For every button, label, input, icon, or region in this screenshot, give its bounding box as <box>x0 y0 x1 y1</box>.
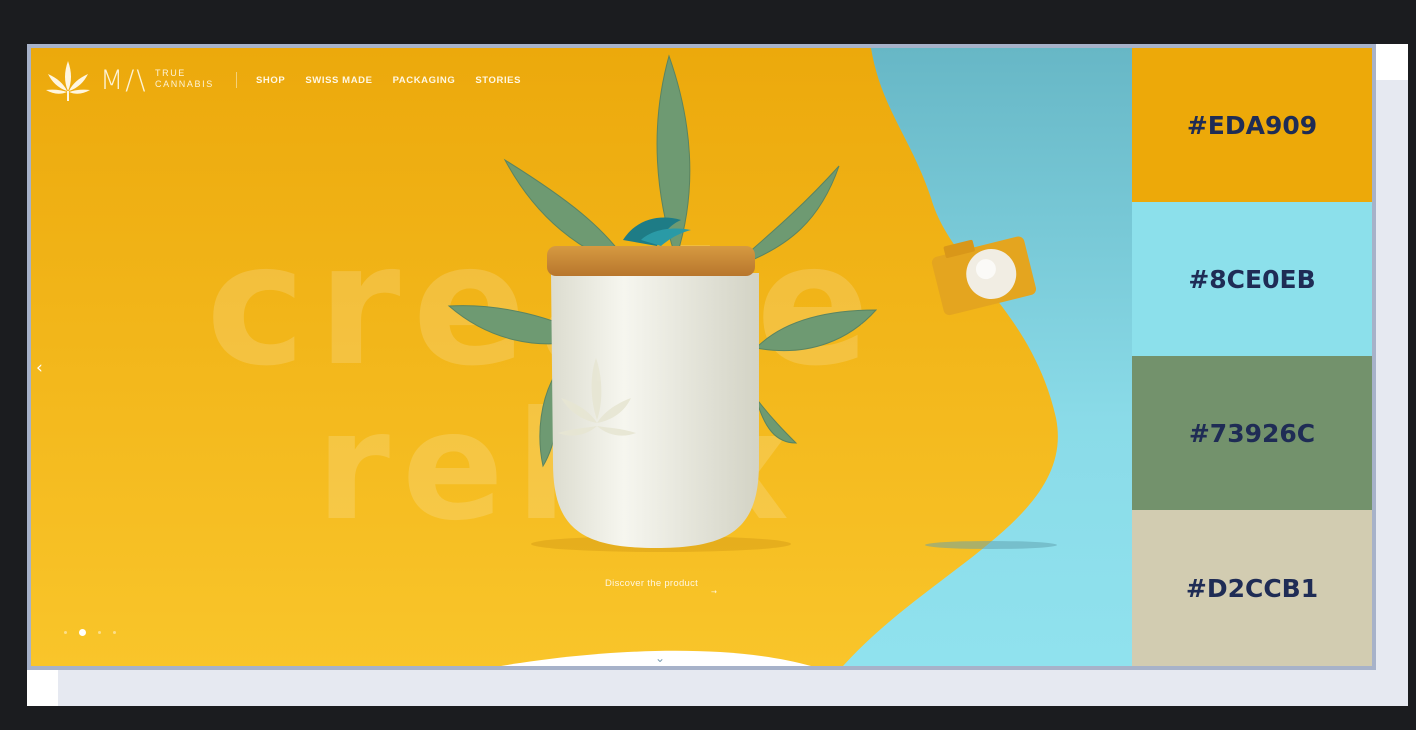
swatch-3: #73926C <box>1132 356 1372 510</box>
swatch-label: #D2CCB1 <box>1185 573 1319 603</box>
chevron-left-icon[interactable]: ‹ <box>36 358 43 378</box>
slide-dot-active[interactable] <box>79 629 86 636</box>
nav-shop[interactable]: SHOP <box>256 75 285 86</box>
color-palette: #EDA909 #8CE0EB #73926C #D2CCB1 <box>1132 48 1372 666</box>
discover-product-link[interactable]: Discover the product <box>605 578 698 589</box>
brand-logo[interactable]: M/\ <box>100 65 148 96</box>
slide-dot[interactable] <box>98 631 101 634</box>
screenshot-frame: create relax <box>27 44 1376 670</box>
nav-stories[interactable]: STORIES <box>475 75 521 86</box>
hero-illustration: create relax <box>31 48 1132 666</box>
slide-pagination <box>64 629 116 636</box>
cannabis-leaf-icon <box>46 61 90 101</box>
nav-divider <box>236 72 237 88</box>
nav-swiss-made[interactable]: SWISS MADE <box>305 75 372 86</box>
swatch-4: #D2CCB1 <box>1132 510 1372 666</box>
swatch-1: #EDA909 <box>1132 48 1372 202</box>
brand-line-2: CANNABIS <box>155 79 214 89</box>
slide-dot[interactable] <box>64 631 67 634</box>
brand-line-1: TRUE <box>155 68 186 78</box>
chevron-down-icon[interactable]: ⌄ <box>655 651 665 665</box>
main-nav: SHOP SWISS MADE PACKAGING STORIES <box>256 75 521 86</box>
background-corner <box>1376 44 1408 80</box>
nav-packaging[interactable]: PACKAGING <box>393 75 456 86</box>
swatch-label: #73926C <box>1188 418 1316 448</box>
arrow-right-icon: → <box>711 588 717 596</box>
hero-section: create relax <box>31 48 1132 666</box>
swatch-label: #EDA909 <box>1186 110 1318 140</box>
background-corner <box>27 670 58 706</box>
swatch-2: #8CE0EB <box>1132 202 1372 356</box>
brand-tagline: TRUE CANNABIS <box>155 68 214 90</box>
slide-dot[interactable] <box>113 631 116 634</box>
swatch-label: #8CE0EB <box>1188 264 1316 294</box>
